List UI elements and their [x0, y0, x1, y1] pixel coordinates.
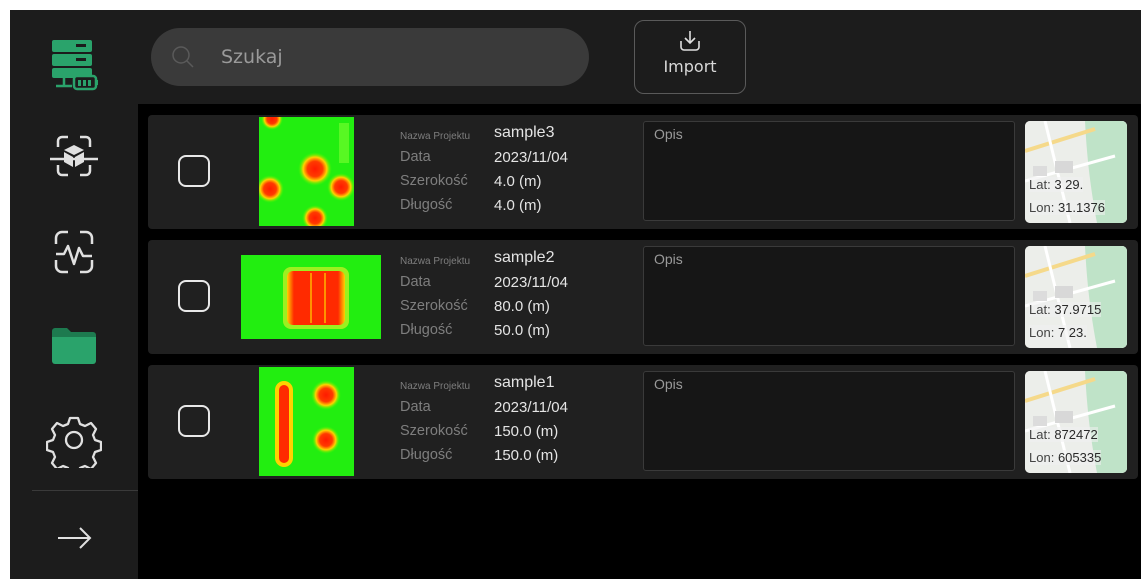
width-label: Szerokość [400, 298, 468, 314]
project-info: Nazwa Projektu sample2 Data 2023/11/04 Sze… [400, 249, 630, 346]
download-icon [680, 31, 700, 51]
sidebar-item-settings[interactable] [42, 408, 106, 472]
project-name: sample1 [494, 374, 555, 391]
project-date: 2023/11/04 [494, 274, 568, 291]
select-checkbox[interactable] [178, 155, 210, 187]
app-window: Import Nazwa Projektu sample3 Data 2023/11… [10, 10, 1141, 579]
project-date: 2023/11/04 [494, 399, 568, 416]
description-field[interactable]: Opis [643, 246, 1015, 346]
gear-icon [46, 416, 102, 468]
description-label: Opis [654, 126, 683, 142]
project-row[interactable]: Nazwa Projektu sample2 Data 2023/11/04 Sze… [148, 240, 1138, 354]
project-row[interactable]: Nazwa Projektu sample1 Data 2023/11/04 Sze… [148, 365, 1138, 479]
project-date: 2023/11/04 [494, 149, 568, 166]
length-label: Długość [400, 447, 453, 463]
import-button[interactable]: Import [634, 20, 746, 94]
sidebar-item-scan[interactable] [42, 125, 106, 189]
sidebar-item-logout[interactable] [42, 506, 106, 570]
map-thumbnail[interactable]: Lat: 3 29. Lon: 31.1376 [1025, 121, 1127, 223]
description-field[interactable]: Opis [643, 371, 1015, 471]
longitude-readout: Lon: 605335 [1029, 450, 1102, 465]
name-label: Nazwa Projektu [400, 131, 471, 142]
latitude-readout: Lat: 872472 [1029, 427, 1098, 442]
server-status-icon [52, 40, 98, 91]
import-label: Import [663, 57, 717, 76]
project-length: 150.0 (m) [494, 447, 559, 464]
sidebar-item-signal[interactable] [42, 220, 106, 284]
description-field[interactable]: Opis [643, 121, 1015, 221]
sidebar [10, 10, 138, 579]
description-label: Opis [654, 376, 683, 392]
project-width: 80.0 (m) [494, 298, 550, 315]
search-icon [172, 46, 194, 68]
sidebar-divider [32, 490, 138, 491]
top-bar: Import [138, 10, 1141, 104]
folder-icon [52, 328, 96, 364]
project-width: 150.0 (m) [494, 423, 559, 440]
heatmap-thumbnail [241, 255, 381, 339]
sidebar-item-server-status[interactable] [42, 32, 106, 96]
longitude-readout: Lon: 7 23. [1029, 325, 1087, 340]
search-bar[interactable] [151, 28, 589, 86]
project-name: sample2 [494, 249, 555, 266]
date-label: Data [400, 399, 431, 415]
project-info: Nazwa Projektu sample3 Data 2023/11/04 Sze… [400, 124, 630, 221]
heatmap-thumbnail [259, 117, 354, 226]
arrow-right-icon [58, 527, 92, 549]
project-name: sample3 [494, 124, 555, 141]
select-checkbox[interactable] [178, 405, 210, 437]
name-label: Nazwa Projektu [400, 381, 471, 392]
project-length: 4.0 (m) [494, 197, 542, 214]
project-width: 4.0 (m) [494, 173, 542, 190]
signal-scan-icon [54, 230, 94, 274]
longitude-readout: Lon: 31.1376 [1029, 200, 1105, 215]
length-label: Długość [400, 197, 453, 213]
map-thumbnail[interactable]: Lat: 37.9715 Lon: 7 23. [1025, 246, 1127, 348]
project-row[interactable]: Nazwa Projektu sample3 Data 2023/11/04 Sze… [148, 115, 1138, 229]
date-label: Data [400, 149, 431, 165]
scan-3d-icon [50, 135, 98, 177]
date-label: Data [400, 274, 431, 290]
width-label: Szerokość [400, 173, 468, 189]
length-label: Długość [400, 322, 453, 338]
select-checkbox[interactable] [178, 280, 210, 312]
sidebar-item-projects[interactable] [42, 313, 106, 377]
description-label: Opis [654, 251, 683, 267]
map-thumbnail[interactable]: Lat: 872472 Lon: 605335 [1025, 371, 1127, 473]
name-label: Nazwa Projektu [400, 256, 471, 267]
search-input[interactable] [221, 42, 571, 72]
project-length: 50.0 (m) [494, 322, 550, 339]
latitude-readout: Lat: 37.9715 [1029, 302, 1102, 317]
project-info: Nazwa Projektu sample1 Data 2023/11/04 Sze… [400, 374, 630, 471]
width-label: Szerokość [400, 423, 468, 439]
heatmap-thumbnail [259, 367, 354, 476]
latitude-readout: Lat: 3 29. [1029, 177, 1084, 192]
